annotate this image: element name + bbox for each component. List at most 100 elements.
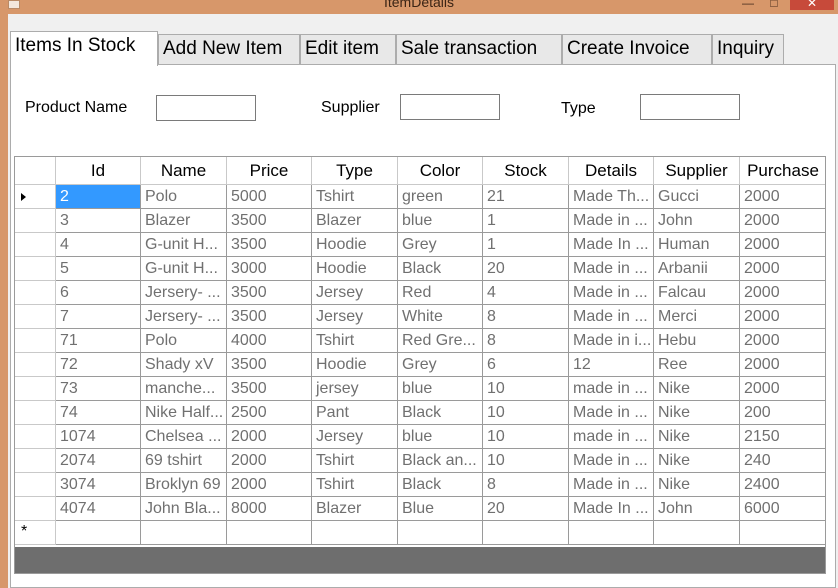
cell-id[interactable]: 5 [56,257,141,281]
new-cell-supplier[interactable] [654,521,740,545]
cell-color[interactable]: Black [398,257,483,281]
cell-price[interactable]: 3000 [227,257,312,281]
cell-color[interactable]: Red [398,281,483,305]
row-header[interactable] [15,305,56,329]
new-cell-stock[interactable] [483,521,569,545]
cell-color[interactable]: green [398,185,483,209]
table-row[interactable]: 4074 John Bla... 8000 Blazer Blue 20 Made In .… [56,497,825,521]
cell-stock[interactable]: 8 [483,305,569,329]
column-header-purchase[interactable]: Purchase [740,157,825,185]
table-row[interactable]: 74 Nike Half... 2500 Pant Black 10 Made in ...… [56,401,825,425]
cell-purchase[interactable]: 2000 [740,305,825,329]
cell-name[interactable]: Blazer [141,209,227,233]
cell-price[interactable]: 2000 [227,449,312,473]
cell-purchase[interactable]: 2000 [740,329,825,353]
cell-stock[interactable]: 21 [483,185,569,209]
supplier-input[interactable] [400,94,500,120]
column-header-stock[interactable]: Stock [483,157,569,185]
cell-details[interactable]: Made in ... [569,305,654,329]
table-row[interactable]: 4 G-unit H... 3500 Hoodie Grey 1 Made In ... Hu… [56,233,825,257]
cell-id[interactable]: 2 [56,185,141,209]
cell-stock[interactable]: 10 [483,377,569,401]
column-header-id[interactable]: Id [56,157,141,185]
cell-purchase[interactable]: 2000 [740,257,825,281]
cell-color[interactable]: Grey [398,233,483,257]
table-row[interactable]: 5 G-unit H... 3000 Hoodie Black 20 Made in ...… [56,257,825,281]
cell-name[interactable]: Nike Half... [141,401,227,425]
cell-name[interactable]: G-unit H... [141,257,227,281]
cell-id[interactable]: 72 [56,353,141,377]
cell-name[interactable]: Polo [141,185,227,209]
cell-purchase[interactable]: 2000 [740,353,825,377]
cell-color[interactable]: Grey [398,353,483,377]
cell-supplier[interactable]: John [654,209,740,233]
cell-stock[interactable]: 4 [483,281,569,305]
table-row[interactable]: 2074 69 tshirt 2000 Tshirt Black an... 10 Made… [56,449,825,473]
cell-purchase[interactable]: 2000 [740,281,825,305]
cell-id[interactable]: 3 [56,209,141,233]
column-header-color[interactable]: Color [398,157,483,185]
row-header[interactable] [15,185,56,209]
tab-sale-transaction[interactable]: Sale transaction [396,34,562,64]
cell-supplier[interactable]: John [654,497,740,521]
cell-details[interactable]: 12 [569,353,654,377]
new-cell-color[interactable] [398,521,483,545]
cell-price[interactable]: 3500 [227,209,312,233]
cell-name[interactable]: Jersery- ... [141,305,227,329]
cell-id[interactable]: 4 [56,233,141,257]
cell-purchase[interactable]: 2000 [740,209,825,233]
tab-edit-item[interactable]: Edit item [300,34,396,64]
cell-stock[interactable]: 20 [483,497,569,521]
cell-price[interactable]: 5000 [227,185,312,209]
table-row[interactable]: 71 Polo 4000 Tshirt Red Gre... 8 Made in i... H… [56,329,825,353]
cell-details[interactable]: Made in ... [569,281,654,305]
cell-type[interactable]: Pant [312,401,398,425]
cell-id[interactable]: 74 [56,401,141,425]
tab-items-in-stock[interactable]: Items In Stock [10,31,158,66]
cell-details[interactable]: Made In ... [569,233,654,257]
cell-supplier[interactable]: Nike [654,425,740,449]
cell-id[interactable]: 71 [56,329,141,353]
cell-price[interactable]: 3500 [227,233,312,257]
cell-name[interactable]: Shady xV [141,353,227,377]
cell-details[interactable]: Made in ... [569,473,654,497]
cell-purchase[interactable]: 200 [740,401,825,425]
cell-stock[interactable]: 1 [483,233,569,257]
column-header-type[interactable]: Type [312,157,398,185]
cell-supplier[interactable]: Merci [654,305,740,329]
cell-supplier[interactable]: Nike [654,401,740,425]
tab-create-invoice[interactable]: Create Invoice [562,34,712,64]
table-row[interactable]: 1074 Chelsea ... 2000 Jersey blue 10 made in .… [56,425,825,449]
table-row[interactable]: 7 Jersery- ... 3500 Jersey White 8 Made in ...… [56,305,825,329]
cell-supplier[interactable]: Hebu [654,329,740,353]
cell-type[interactable]: Hoodie [312,233,398,257]
cell-details[interactable]: made in ... [569,425,654,449]
cell-type[interactable]: Tshirt [312,329,398,353]
type-input[interactable] [640,94,740,120]
new-cell-price[interactable] [227,521,312,545]
cell-color[interactable]: blue [398,377,483,401]
tab-add-new-item[interactable]: Add New Item [158,34,300,64]
maximize-button[interactable]: □ [762,0,786,10]
cell-purchase[interactable]: 2400 [740,473,825,497]
cell-type[interactable]: Blazer [312,497,398,521]
new-cell-name[interactable] [141,521,227,545]
new-cell-id[interactable] [56,521,141,545]
cell-color[interactable]: Blue [398,497,483,521]
cell-type[interactable]: Hoodie [312,257,398,281]
table-row[interactable]: 6 Jersery- ... 3500 Jersey Red 4 Made in ... Fa… [56,281,825,305]
cell-name[interactable]: John Bla... [141,497,227,521]
row-header[interactable] [15,425,56,449]
cell-price[interactable]: 8000 [227,497,312,521]
cell-id[interactable]: 7 [56,305,141,329]
cell-details[interactable]: Made in ... [569,209,654,233]
close-button[interactable]: ✕ [790,0,834,10]
cell-supplier[interactable]: Nike [654,449,740,473]
cell-details[interactable]: Made in ... [569,401,654,425]
cell-purchase[interactable]: 2150 [740,425,825,449]
cell-id[interactable]: 3074 [56,473,141,497]
table-row[interactable]: 73 manche... 3500 jersey blue 10 made in ... Ni… [56,377,825,401]
cell-color[interactable]: Black [398,473,483,497]
cell-price[interactable]: 3500 [227,281,312,305]
cell-type[interactable]: Hoodie [312,353,398,377]
